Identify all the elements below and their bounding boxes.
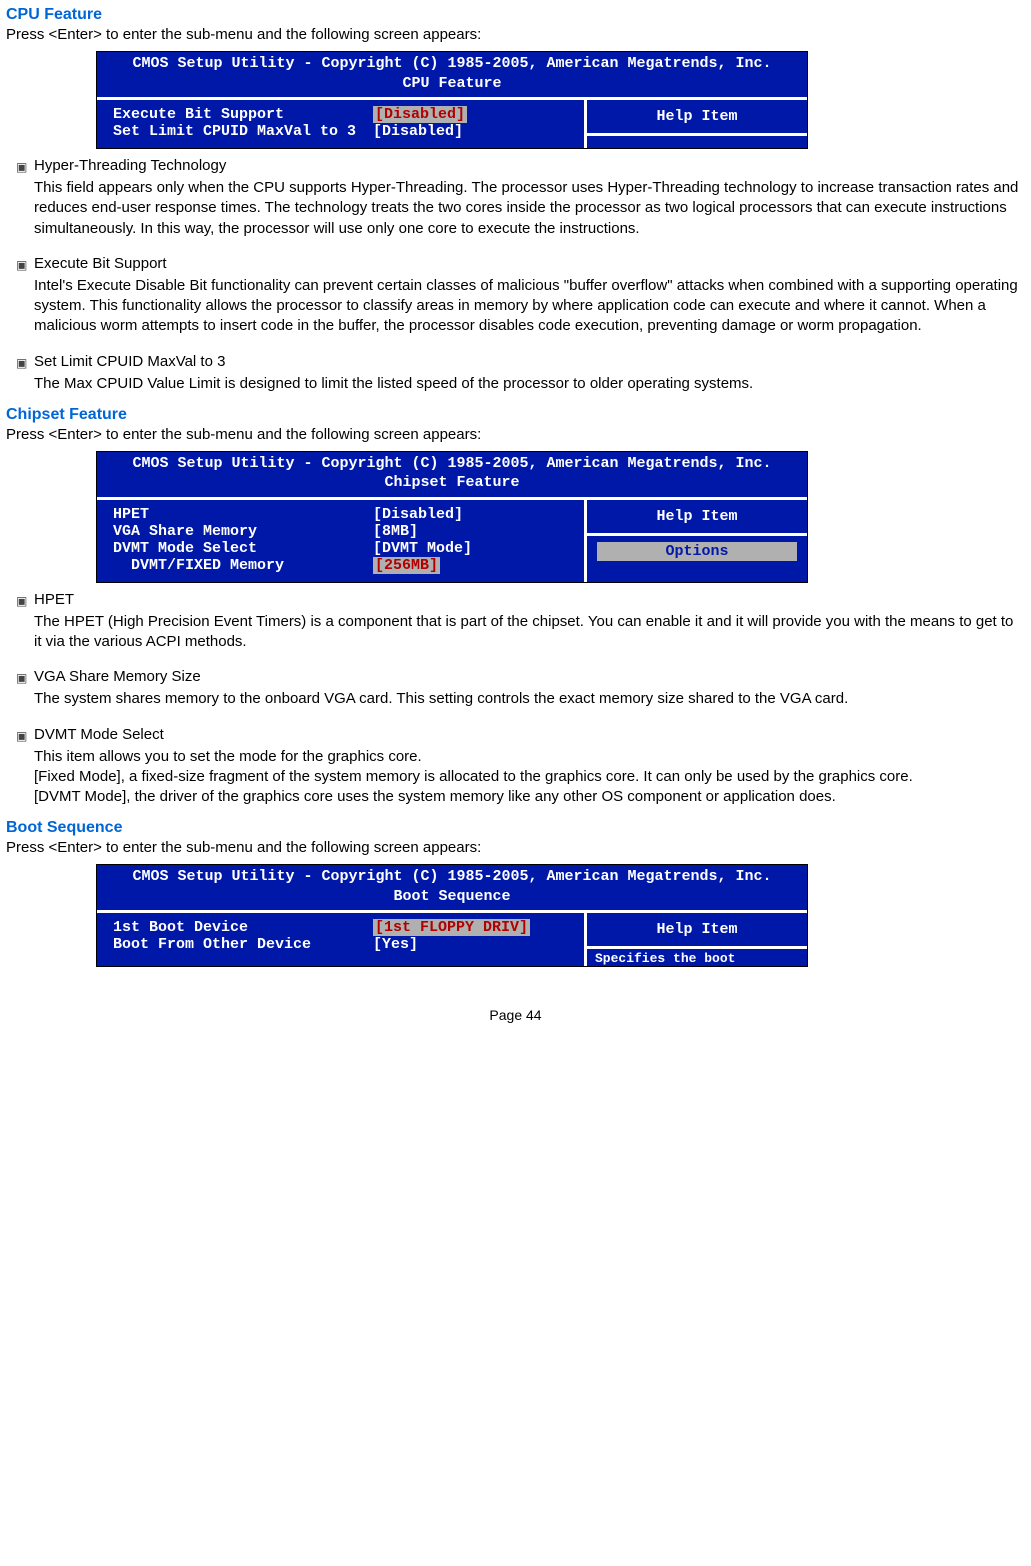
bullet-title: DVMT Mode Select — [34, 726, 1025, 743]
bios-row-label: VGA Share Memory — [113, 523, 373, 540]
bios-row: Set Limit CPUID MaxVal to 3 [Disabled] — [113, 123, 574, 140]
bios-row: DVMT/FIXED Memory [256MB] — [113, 557, 574, 574]
bullet-title: VGA Share Memory Size — [34, 668, 1025, 685]
bios-row-label: DVMT/FIXED Memory — [113, 557, 373, 574]
bullet-item: ▣ Execute Bit Support Intel's Execute Di… — [16, 255, 1025, 347]
section-title-boot: Boot Sequence — [6, 819, 1025, 837]
bios-row: DVMT Mode Select [DVMT Mode] — [113, 540, 574, 557]
bios-right-pane: Help Item Options — [587, 500, 807, 582]
bullet-icon: ▣ — [16, 591, 34, 663]
bullet-title: HPET — [34, 591, 1025, 608]
bullet-content: Execute Bit Support Intel's Execute Disa… — [34, 255, 1025, 347]
bios-screenshot-chipset: CMOS Setup Utility - Copyright (C) 1985-… — [96, 451, 808, 583]
bullet-text: This item allows you to set the mode for… — [34, 747, 1025, 808]
page-number: Page 44 — [6, 1007, 1025, 1023]
bios-row-value: [Disabled] — [373, 506, 463, 523]
bios-screenshot-boot: CMOS Setup Utility - Copyright (C) 1985-… — [96, 864, 808, 967]
bios-right-pane: Help Item Specifies the boot — [587, 913, 807, 966]
bios-row-label: 1st Boot Device — [113, 919, 373, 936]
bios-help-label: Help Item — [587, 100, 807, 136]
bios-header: CMOS Setup Utility - Copyright (C) 1985-… — [97, 52, 807, 97]
bullet-title: Execute Bit Support — [34, 255, 1025, 272]
bios-left-pane: 1st Boot Device [1st FLOPPY DRIV] Boot F… — [97, 913, 587, 966]
bios-row-label: DVMT Mode Select — [113, 540, 373, 557]
bios-row: Execute Bit Support [Disabled] — [113, 106, 574, 123]
intro-text: Press <Enter> to enter the sub-menu and … — [6, 26, 1025, 43]
bullet-icon: ▣ — [16, 726, 34, 818]
bullet-item: ▣ Set Limit CPUID MaxVal to 3 The Max CP… — [16, 353, 1025, 404]
bullet-item: ▣ VGA Share Memory Size The system share… — [16, 668, 1025, 719]
bullet-text: The Max CPUID Value Limit is designed to… — [34, 374, 1025, 394]
bullet-content: VGA Share Memory Size The system shares … — [34, 668, 1025, 719]
bios-row-value: [Disabled] — [373, 123, 463, 140]
bios-header-line2: Boot Sequence — [97, 887, 807, 907]
bios-header: CMOS Setup Utility - Copyright (C) 1985-… — [97, 452, 807, 497]
bios-left-pane: HPET [Disabled] VGA Share Memory [8MB] D… — [97, 500, 587, 582]
intro-text: Press <Enter> to enter the sub-menu and … — [6, 839, 1025, 856]
bios-row: VGA Share Memory [8MB] — [113, 523, 574, 540]
bullet-text: Intel's Execute Disable Bit functionalit… — [34, 276, 1025, 337]
bios-header-line1: CMOS Setup Utility - Copyright (C) 1985-… — [97, 454, 807, 474]
bios-body: HPET [Disabled] VGA Share Memory [8MB] D… — [97, 497, 807, 582]
bios-header: CMOS Setup Utility - Copyright (C) 1985-… — [97, 865, 807, 910]
bullet-content: HPET The HPET (High Precision Event Time… — [34, 591, 1025, 663]
bullet-title: Set Limit CPUID MaxVal to 3 — [34, 353, 1025, 370]
bios-row-value: [8MB] — [373, 523, 418, 540]
bullet-title: Hyper-Threading Technology — [34, 157, 1025, 174]
bios-row-label: Set Limit CPUID MaxVal to 3 — [113, 123, 373, 140]
bullet-text: The system shares memory to the onboard … — [34, 689, 1025, 709]
bios-help-label: Help Item — [587, 500, 807, 536]
bullet-text: The HPET (High Precision Event Timers) i… — [34, 612, 1025, 653]
bios-row-value: [DVMT Mode] — [373, 540, 472, 557]
bios-options-label: Options — [597, 542, 797, 561]
bios-row-value: [Yes] — [373, 936, 418, 953]
bios-row: 1st Boot Device [1st FLOPPY DRIV] — [113, 919, 574, 936]
bios-row-value: [256MB] — [373, 557, 440, 574]
bios-right-pane: Help Item — [587, 100, 807, 148]
bios-row-value: [Disabled] — [373, 106, 467, 123]
bullet-icon: ▣ — [16, 353, 34, 404]
bios-header-line1: CMOS Setup Utility - Copyright (C) 1985-… — [97, 54, 807, 74]
bios-body: Execute Bit Support [Disabled] Set Limit… — [97, 97, 807, 148]
bullet-content: Hyper-Threading Technology This field ap… — [34, 157, 1025, 249]
bios-truncated-text — [587, 136, 807, 138]
bios-left-pane: Execute Bit Support [Disabled] Set Limit… — [97, 100, 587, 148]
bios-screenshot-cpu: CMOS Setup Utility - Copyright (C) 1985-… — [96, 51, 808, 149]
section-title-cpu: CPU Feature — [6, 6, 1025, 24]
bios-row-label: HPET — [113, 506, 373, 523]
bios-body: 1st Boot Device [1st FLOPPY DRIV] Boot F… — [97, 910, 807, 966]
bullet-content: Set Limit CPUID MaxVal to 3 The Max CPUI… — [34, 353, 1025, 404]
bios-row-label: Boot From Other Device — [113, 936, 373, 953]
bullet-content: DVMT Mode Select This item allows you to… — [34, 726, 1025, 818]
bullet-item: ▣ Hyper-Threading Technology This field … — [16, 157, 1025, 249]
bullet-text: This field appears only when the CPU sup… — [34, 178, 1025, 239]
bios-header-line2: CPU Feature — [97, 74, 807, 94]
bios-row-value: [1st FLOPPY DRIV] — [373, 919, 530, 936]
bullet-icon: ▣ — [16, 157, 34, 249]
bios-help-label: Help Item — [587, 913, 807, 949]
bios-header-line1: CMOS Setup Utility - Copyright (C) 1985-… — [97, 867, 807, 887]
bios-row-label: Execute Bit Support — [113, 106, 373, 123]
bullet-item: ▣ DVMT Mode Select This item allows you … — [16, 726, 1025, 818]
bullet-item: ▣ HPET The HPET (High Precision Event Ti… — [16, 591, 1025, 663]
bullet-icon: ▣ — [16, 255, 34, 347]
bios-header-line2: Chipset Feature — [97, 473, 807, 493]
intro-text: Press <Enter> to enter the sub-menu and … — [6, 426, 1025, 443]
bios-truncated-text: Specifies the boot — [587, 949, 807, 966]
bullet-icon: ▣ — [16, 668, 34, 719]
bios-row: Boot From Other Device [Yes] — [113, 936, 574, 953]
section-title-chipset: Chipset Feature — [6, 406, 1025, 424]
bios-row: HPET [Disabled] — [113, 506, 574, 523]
